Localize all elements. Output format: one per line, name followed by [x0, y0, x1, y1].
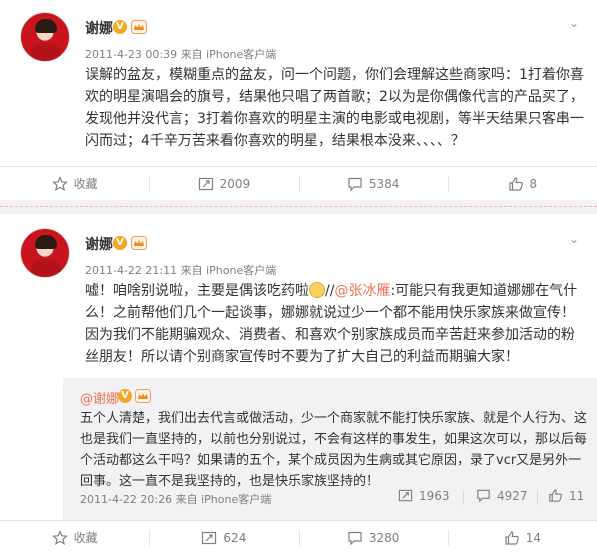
reposted-content: @谢娜 V 五个人清楚，我们出去代言或做活动，少一个商家就不能打快乐家族、就是个… [63, 378, 597, 520]
avatar[interactable] [20, 12, 70, 62]
star-icon [51, 175, 68, 191]
repost-count: 1963 [419, 488, 450, 503]
crown-icon [131, 20, 147, 34]
repost-comment-button[interactable]: 4927 [476, 488, 528, 503]
verified-icon: V [113, 236, 127, 250]
comment-button[interactable]: 3280 [298, 521, 448, 554]
verified-icon: V [113, 20, 127, 34]
repost-count: 2009 [219, 176, 251, 191]
repost-text: 五个人清楚，我们出去代言或做活动，少一个商家就不能打快乐家族、就是个人行为、这也… [80, 411, 588, 489]
author-name[interactable]: 谢娜 [85, 18, 113, 38]
favorite-button[interactable]: 收藏 [0, 167, 149, 200]
repost-icon [202, 531, 217, 544]
post-text: 嘘！咱啥别说啦，主要是偶该吃药啦//@张冰雁:可能只有我更知道娜娜在气什么！之前… [85, 280, 585, 368]
verified-icon: V [118, 389, 132, 403]
divider [463, 491, 464, 505]
post-text: 误解的盆友，模糊重点的盆友，问一个问题，你们会理解这些商家吗：1打着你喜欢的明星… [85, 67, 584, 149]
like-count: 11 [569, 488, 585, 503]
mention-link[interactable]: @张冰雁 [334, 283, 390, 299]
author-name[interactable]: 谢娜 [85, 234, 113, 254]
post-text-part: 嘘！咱啥别说啦，主要是偶该吃药啦 [85, 283, 309, 299]
repost-button[interactable]: 624 [149, 521, 298, 554]
favorite-button[interactable]: 收藏 [0, 521, 149, 554]
star-icon [51, 529, 68, 545]
repost-repost-button[interactable]: 1963 [398, 488, 450, 503]
favorite-label: 收藏 [73, 531, 98, 545]
thumbs-up-icon [549, 489, 562, 502]
comment-count: 3280 [368, 530, 400, 545]
repost-count: 624 [223, 530, 247, 545]
thumbs-up-icon [505, 530, 519, 545]
comment-icon [477, 489, 490, 503]
chevron-down-icon[interactable]: ⌄ [569, 232, 579, 246]
chevron-down-icon[interactable]: ⌄ [569, 16, 579, 30]
comment-count: 4927 [497, 488, 528, 503]
divider [537, 491, 538, 505]
repost-button[interactable]: 2009 [149, 167, 298, 200]
repost-author[interactable]: @谢娜 [80, 388, 119, 407]
avatar[interactable] [20, 228, 70, 278]
crown-icon [131, 236, 147, 250]
weibo-post: 谢娜 V ⌄ 2011-4-22 21:11 来自 iPhone客户端 嘘！咱啥… [0, 214, 597, 556]
repost-meta: 2011-4-22 20:26 来自 iPhone客户端 [80, 493, 272, 506]
action-bar: 收藏 624 3280 14 [0, 520, 597, 554]
repost-icon [198, 177, 213, 190]
comment-button[interactable]: 5384 [298, 167, 448, 200]
crown-icon [135, 389, 151, 403]
repost-icon [398, 489, 413, 502]
like-count: 14 [525, 530, 542, 545]
thumbs-up-icon [508, 176, 523, 191]
emoji-icon [309, 282, 325, 298]
post-meta: 2011-4-22 21:11 来自 iPhone客户端 [85, 264, 277, 277]
post-meta: 2011-4-23 00:39 来自 iPhone客户端 [85, 48, 277, 61]
comment-count: 5384 [368, 176, 400, 191]
post-separator [0, 200, 597, 214]
action-bar: 收藏 2009 5384 8 [0, 166, 597, 200]
comment-icon [348, 177, 362, 191]
like-count: 8 [529, 176, 538, 191]
favorite-label: 收藏 [73, 177, 98, 191]
weibo-post: 谢娜 V ⌄ 2011-4-23 00:39 来自 iPhone客户端 误解的盆… [0, 0, 597, 200]
comment-icon [348, 531, 362, 545]
like-button[interactable]: 8 [447, 167, 597, 200]
repost-like-button[interactable]: 11 [548, 488, 584, 503]
like-button[interactable]: 14 [447, 521, 597, 554]
